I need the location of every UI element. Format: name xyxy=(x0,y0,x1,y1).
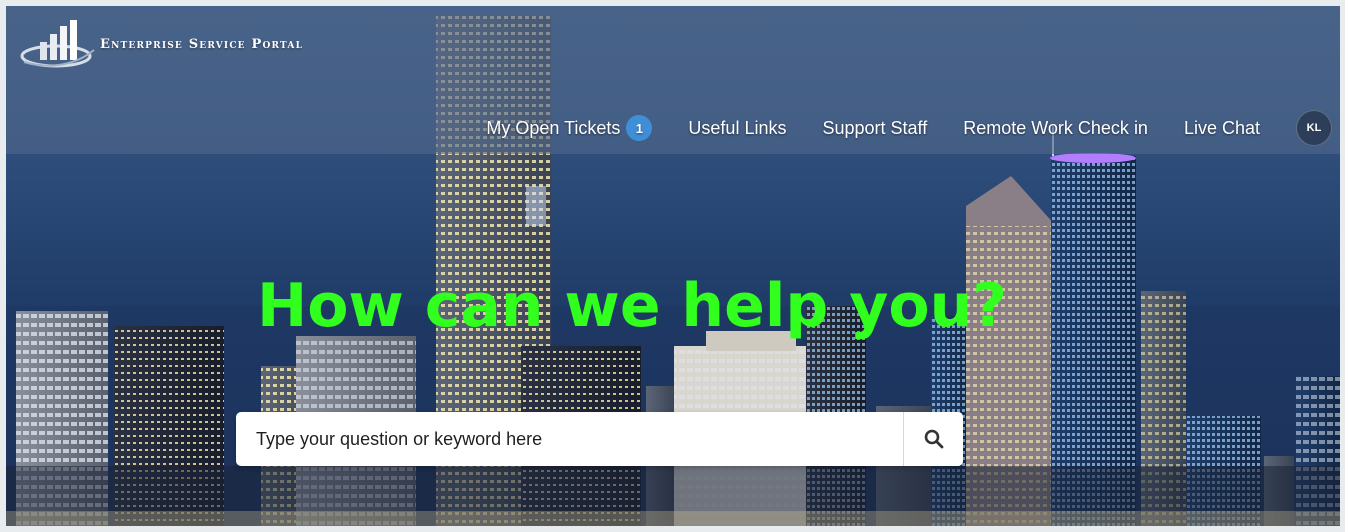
logo-icon xyxy=(20,20,95,68)
nav-useful-links[interactable]: Useful Links xyxy=(688,118,786,139)
nav-my-open-tickets[interactable]: My Open Tickets 1 xyxy=(486,115,653,141)
brand-logo[interactable]: Enterprise Service Portal xyxy=(20,16,400,72)
search-bar xyxy=(236,412,963,466)
ticket-count-badge: 1 xyxy=(626,115,653,141)
search-button[interactable] xyxy=(903,412,963,466)
brand-name: Enterprise Service Portal xyxy=(100,36,304,52)
nav-label: Support Staff xyxy=(822,117,928,138)
nav-remote-work-check-in[interactable]: Remote Work Check in xyxy=(963,118,1148,139)
search-icon xyxy=(924,429,943,449)
nav-label: Live Chat xyxy=(1183,117,1260,138)
nav-label: Remote Work Check in xyxy=(963,117,1148,138)
nav-label: My Open Tickets xyxy=(486,117,621,138)
nav-support-staff[interactable]: Support Staff xyxy=(822,118,927,139)
portal-page: Enterprise Service Portal My Open Ticket… xyxy=(0,0,1345,532)
main-nav: My Open Tickets 1 Useful Links Support S… xyxy=(486,106,1340,150)
top-navigation-bar: Enterprise Service Portal My Open Ticket… xyxy=(6,6,1340,154)
hero-headline: How can we help you? xyxy=(257,271,1008,341)
search-input[interactable] xyxy=(236,412,903,466)
nav-live-chat[interactable]: Live Chat xyxy=(1184,118,1260,139)
nav-label: Useful Links xyxy=(688,117,787,138)
hero-banner: Enterprise Service Portal My Open Ticket… xyxy=(6,6,1340,526)
user-avatar[interactable]: KL xyxy=(1296,110,1332,146)
